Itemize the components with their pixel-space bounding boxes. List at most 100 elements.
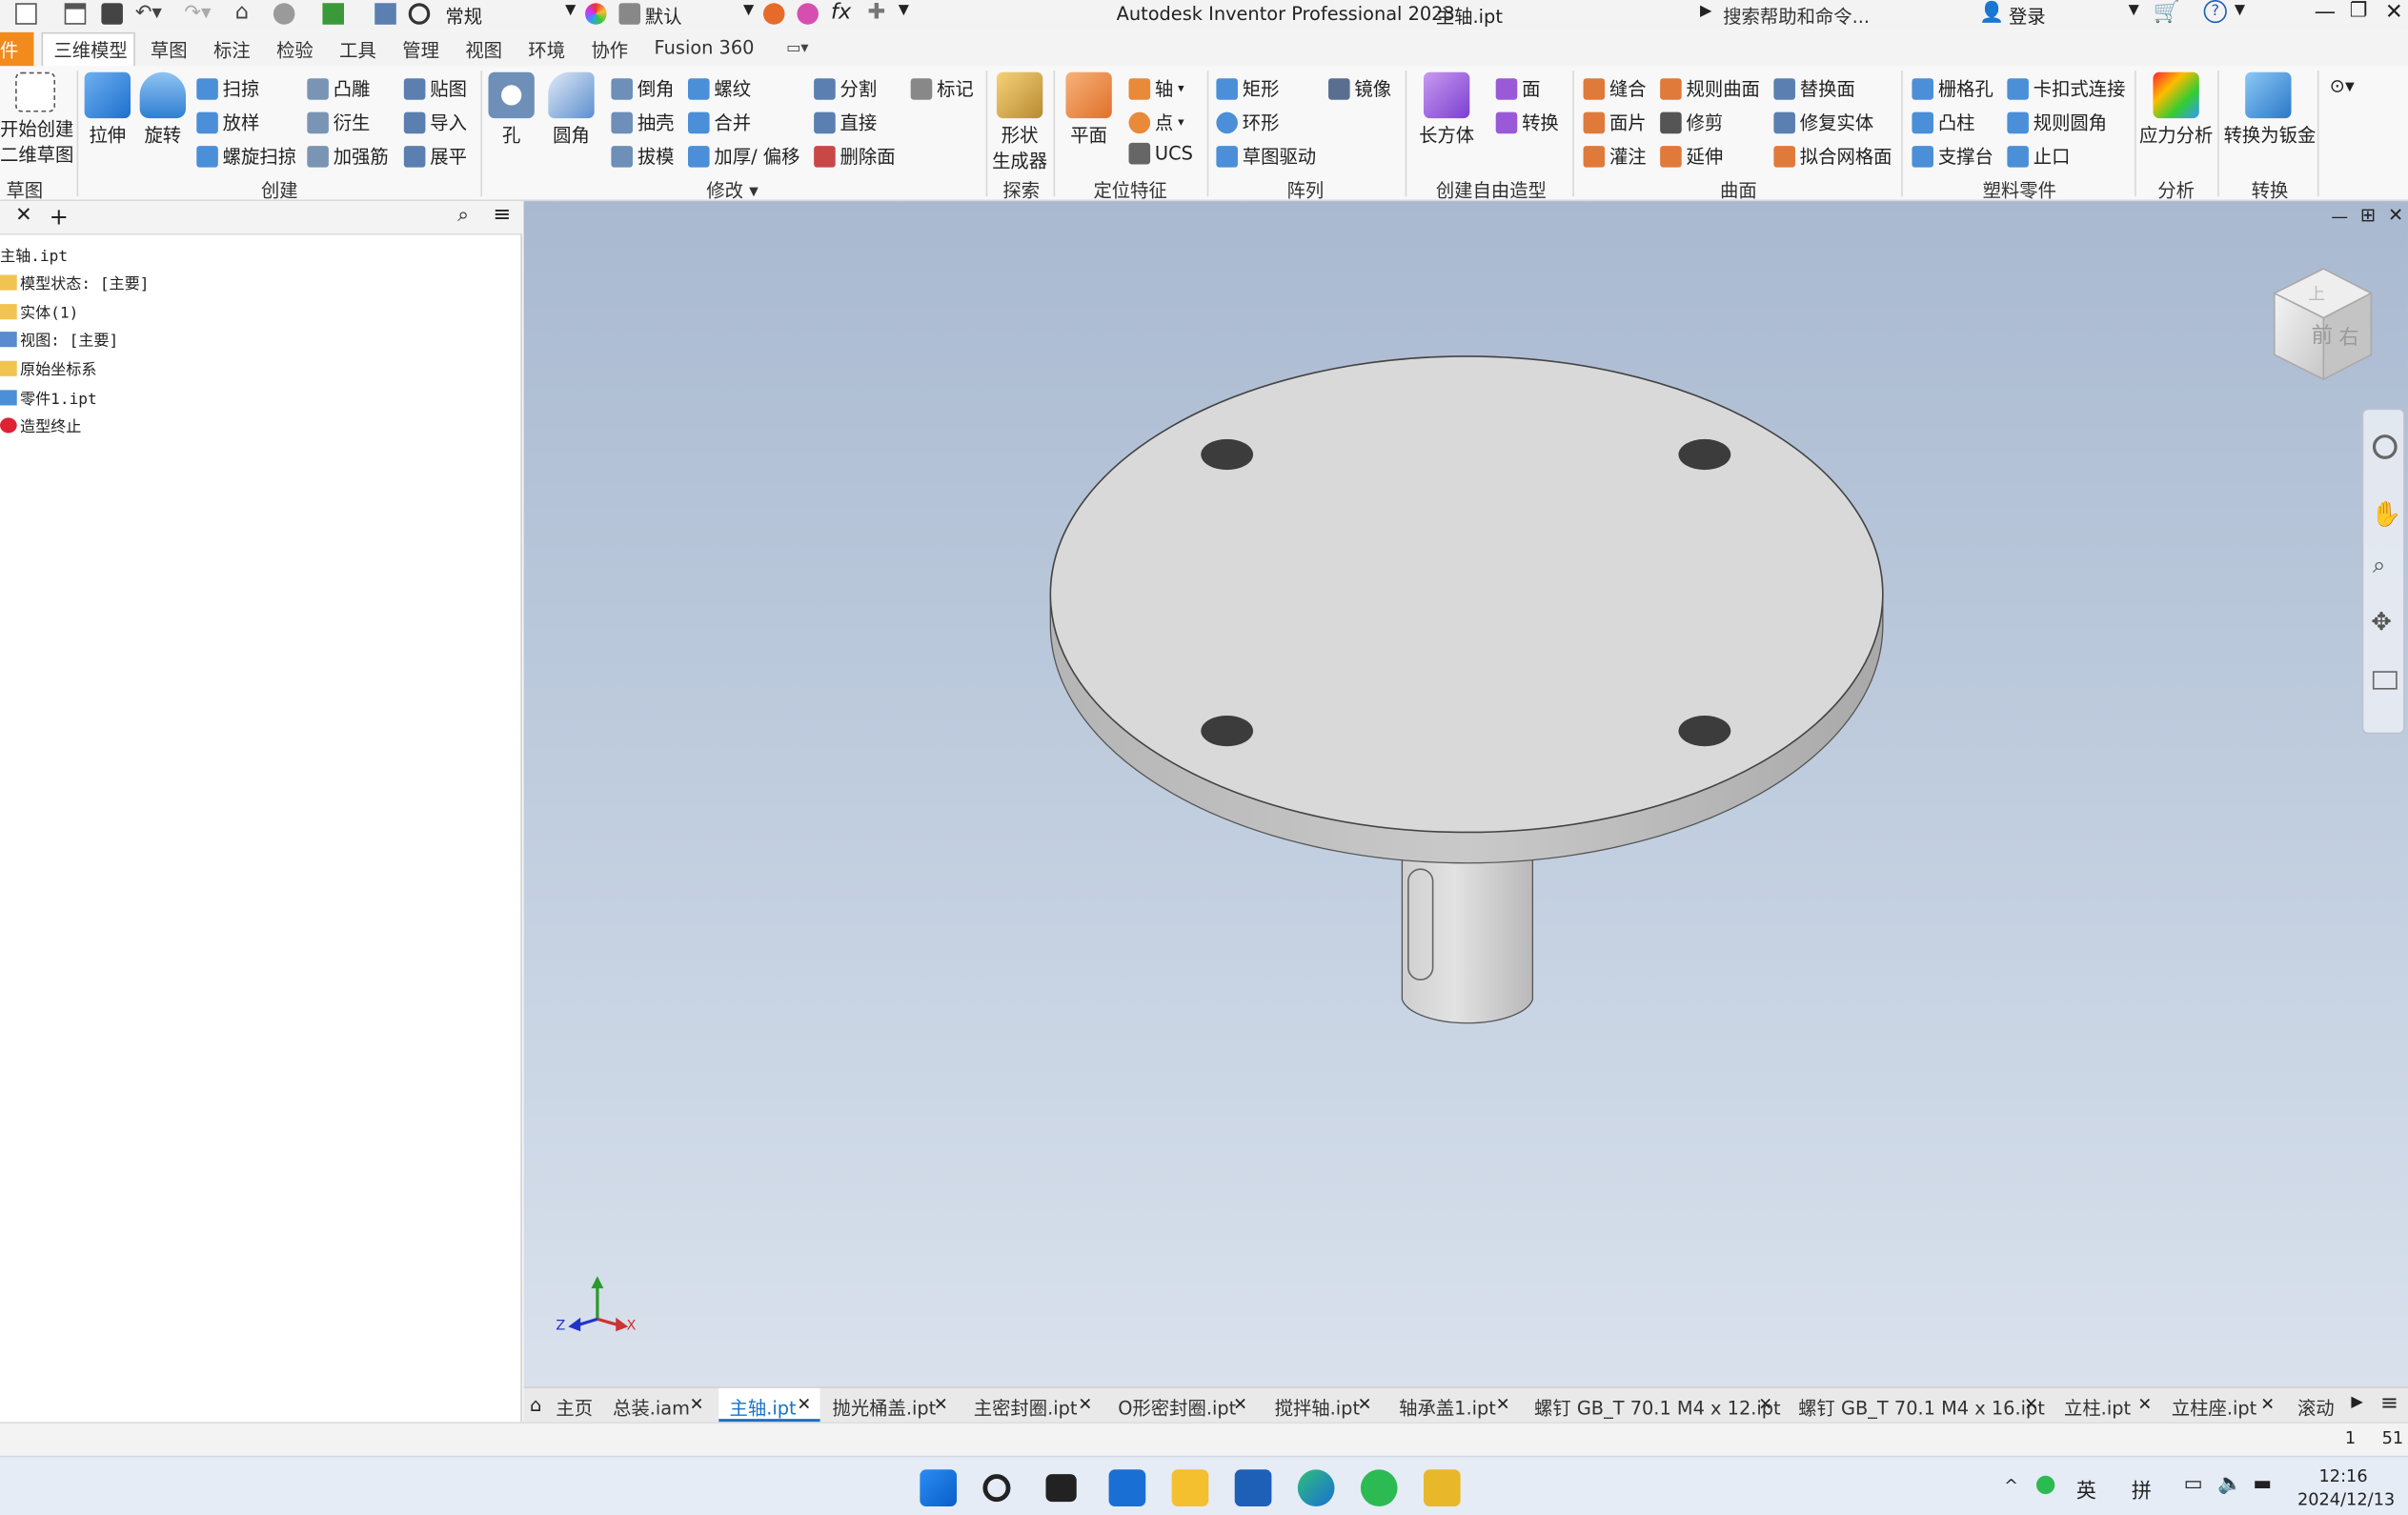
fit-mesh-button[interactable]: 拟合网格面 — [1773, 143, 1892, 169]
revolve-button[interactable]: 旋转 — [136, 71, 189, 148]
viewcube-front-label[interactable]: 前 — [2311, 319, 2333, 350]
close-icon[interactable]: ✕ — [2024, 1394, 2038, 1414]
tab-view[interactable]: 视图 — [465, 37, 502, 63]
patch-button[interactable]: 面片 — [1583, 109, 1647, 134]
close-icon[interactable]: ✕ — [2137, 1394, 2152, 1414]
widgets-icon[interactable] — [1108, 1469, 1146, 1506]
pan-icon[interactable]: ✋ — [2371, 499, 2401, 529]
tab-inspect[interactable]: 检验 — [276, 37, 314, 63]
scroll-right-icon[interactable]: ▶ — [2351, 1394, 2362, 1411]
login-button[interactable]: 登录 — [2009, 3, 2046, 29]
doc-tab-main-shaft[interactable]: 主轴.ipt — [730, 1394, 797, 1420]
direct-button[interactable]: 直接 — [814, 109, 877, 134]
repair-body-button[interactable]: 修复实体 — [1773, 109, 1873, 134]
tree-item-model-state[interactable]: 模型状态: [主要] — [0, 271, 149, 293]
close-icon[interactable]: ✕ — [1496, 1394, 1510, 1414]
ruled-surface-button[interactable]: 规则曲面 — [1660, 75, 1760, 101]
tab-manage[interactable]: 管理 — [402, 37, 439, 63]
snap-fit-button[interactable]: 卡扣式连接 — [2007, 75, 2125, 101]
mark-button[interactable]: 标记 — [910, 75, 974, 101]
orbit-icon[interactable]: ✥ — [2371, 607, 2392, 636]
tab-file[interactable]: 件 — [0, 37, 18, 63]
derive-button[interactable]: 衍生 — [307, 109, 370, 134]
restore-button[interactable]: ❐ — [2350, 0, 2368, 23]
clock-time[interactable]: 12:16 — [2319, 1466, 2368, 1486]
tab-environments[interactable]: 环境 — [528, 37, 565, 63]
stress-analysis-button[interactable]: 应力分析 — [2139, 71, 2213, 148]
close-icon[interactable]: ✕ — [690, 1394, 704, 1414]
panel-toggle-icon[interactable]: ▭▾ — [786, 40, 808, 57]
undo-icon[interactable]: ↶▾ — [135, 2, 162, 25]
doc-tab-scroll[interactable]: 滚动 — [2297, 1394, 2335, 1420]
ime-lang-1[interactable]: 英 — [2076, 1474, 2096, 1504]
doc-tab-stir-shaft[interactable]: 搅拌轴.ipt — [1275, 1394, 1360, 1420]
zoom-icon[interactable]: ⌕ — [2373, 552, 2386, 579]
wechat-tray-icon[interactable] — [2035, 1475, 2055, 1495]
open-file-icon[interactable] — [64, 3, 87, 25]
extend-button[interactable]: 延伸 — [1660, 143, 1723, 169]
clear-icon[interactable] — [797, 3, 819, 25]
group-label-modify[interactable]: 修改 ▾ — [706, 176, 759, 202]
coil-button[interactable]: 螺旋扫掠 — [196, 143, 296, 169]
return-icon[interactable] — [273, 3, 295, 25]
tree-item-end-of-part[interactable]: 造型终止 — [0, 414, 81, 436]
close-icon[interactable]: ✕ — [1233, 1394, 1247, 1414]
plus-icon[interactable]: + — [50, 203, 69, 231]
chevron-right-icon[interactable]: ▶ — [1700, 3, 1711, 20]
chevron-down-icon[interactable]: ▼ — [743, 3, 754, 18]
doc-tab-polish-lid[interactable]: 抛光桶盖.ipt — [832, 1394, 936, 1420]
rib-button[interactable]: 加强筋 — [307, 143, 389, 169]
tree-item-part[interactable]: 主轴.ipt — [0, 243, 68, 266]
edge-icon[interactable] — [1297, 1469, 1335, 1506]
extrude-button[interactable]: 拉伸 — [83, 71, 132, 148]
tree-item-view[interactable]: 视图: [主要] — [0, 327, 118, 350]
close-icon[interactable]: ✕ — [1078, 1394, 1092, 1414]
unfold-button[interactable]: 展平 — [403, 143, 467, 169]
redo-icon[interactable]: ↷▾ — [184, 2, 211, 25]
trim-button[interactable]: 修剪 — [1660, 109, 1723, 134]
sculpt-button[interactable]: 灌注 — [1583, 143, 1647, 169]
search-help-input[interactable]: 搜索帮助和命令... — [1723, 3, 1870, 29]
menu-icon[interactable]: ≡ — [2380, 1391, 2398, 1416]
volume-icon[interactable]: 🔈 — [2217, 1473, 2242, 1496]
minimize-button[interactable]: — — [2315, 0, 2337, 25]
chamfer-button[interactable]: 倒角 — [611, 75, 675, 101]
doc-tab-main-seal[interactable]: 主密封圈.ipt — [974, 1394, 1078, 1420]
update-icon[interactable] — [322, 3, 344, 25]
doc-tab-assembly[interactable]: 总装.iam — [613, 1394, 690, 1420]
material-select[interactable]: 默认 — [645, 3, 682, 29]
shaft[interactable] — [1401, 845, 1534, 1024]
boss-button[interactable]: 凸柱 — [1912, 109, 1975, 134]
doc-tab-screw-12[interactable]: 螺钉 GB_T 70.1 M4 x 12.ipt — [1534, 1394, 1781, 1420]
task-view-icon[interactable] — [1045, 1474, 1077, 1503]
help-icon[interactable]: ? — [2203, 0, 2227, 24]
freeform-convert-button[interactable]: 转换 — [1495, 109, 1559, 134]
cart-icon[interactable]: 🛒 — [2153, 0, 2179, 25]
close-icon[interactable]: ✕ — [1358, 1394, 1372, 1414]
shape-generator-button[interactable]: 形状 生成器 — [990, 71, 1048, 173]
rect-pattern-button[interactable]: 矩形 — [1216, 75, 1279, 101]
home-icon[interactable]: ⌂ — [530, 1394, 541, 1416]
customize-icon[interactable]: ▼ — [899, 3, 909, 18]
fx-icon[interactable]: fx — [831, 0, 851, 25]
flange-disk[interactable] — [1049, 355, 1884, 864]
import-button[interactable]: 导入 — [403, 109, 467, 134]
tab-collaborate[interactable]: 协作 — [591, 37, 628, 63]
doc-tab-column-base[interactable]: 立柱座.ipt — [2172, 1394, 2256, 1420]
chevron-down-icon[interactable]: ▼ — [2235, 3, 2245, 18]
search-icon[interactable]: ⌕ — [457, 204, 469, 227]
inventor-icon[interactable] — [1423, 1469, 1461, 1506]
close-view-button[interactable]: ✕ — [2388, 204, 2403, 226]
hole-button[interactable]: 孔 — [487, 71, 536, 148]
close-icon[interactable]: ✕ — [1758, 1394, 1772, 1414]
mirror-button[interactable]: 镜像 — [1328, 75, 1391, 101]
loft-button[interactable]: 放样 — [196, 109, 259, 134]
doc-tab-o-ring[interactable]: O形密封圈.ipt — [1118, 1394, 1236, 1420]
plane-button[interactable]: 平面 — [1062, 71, 1115, 148]
chevron-up-icon[interactable]: ^ — [2004, 1476, 2018, 1496]
decal-button[interactable]: 贴图 — [403, 75, 467, 101]
freeform-face-button[interactable]: 面 — [1495, 75, 1540, 101]
steering-wheel-icon[interactable] — [2372, 434, 2398, 459]
viewcube-top-label[interactable]: 上 — [2308, 281, 2325, 306]
minimize-view-button[interactable]: — — [2331, 208, 2348, 228]
